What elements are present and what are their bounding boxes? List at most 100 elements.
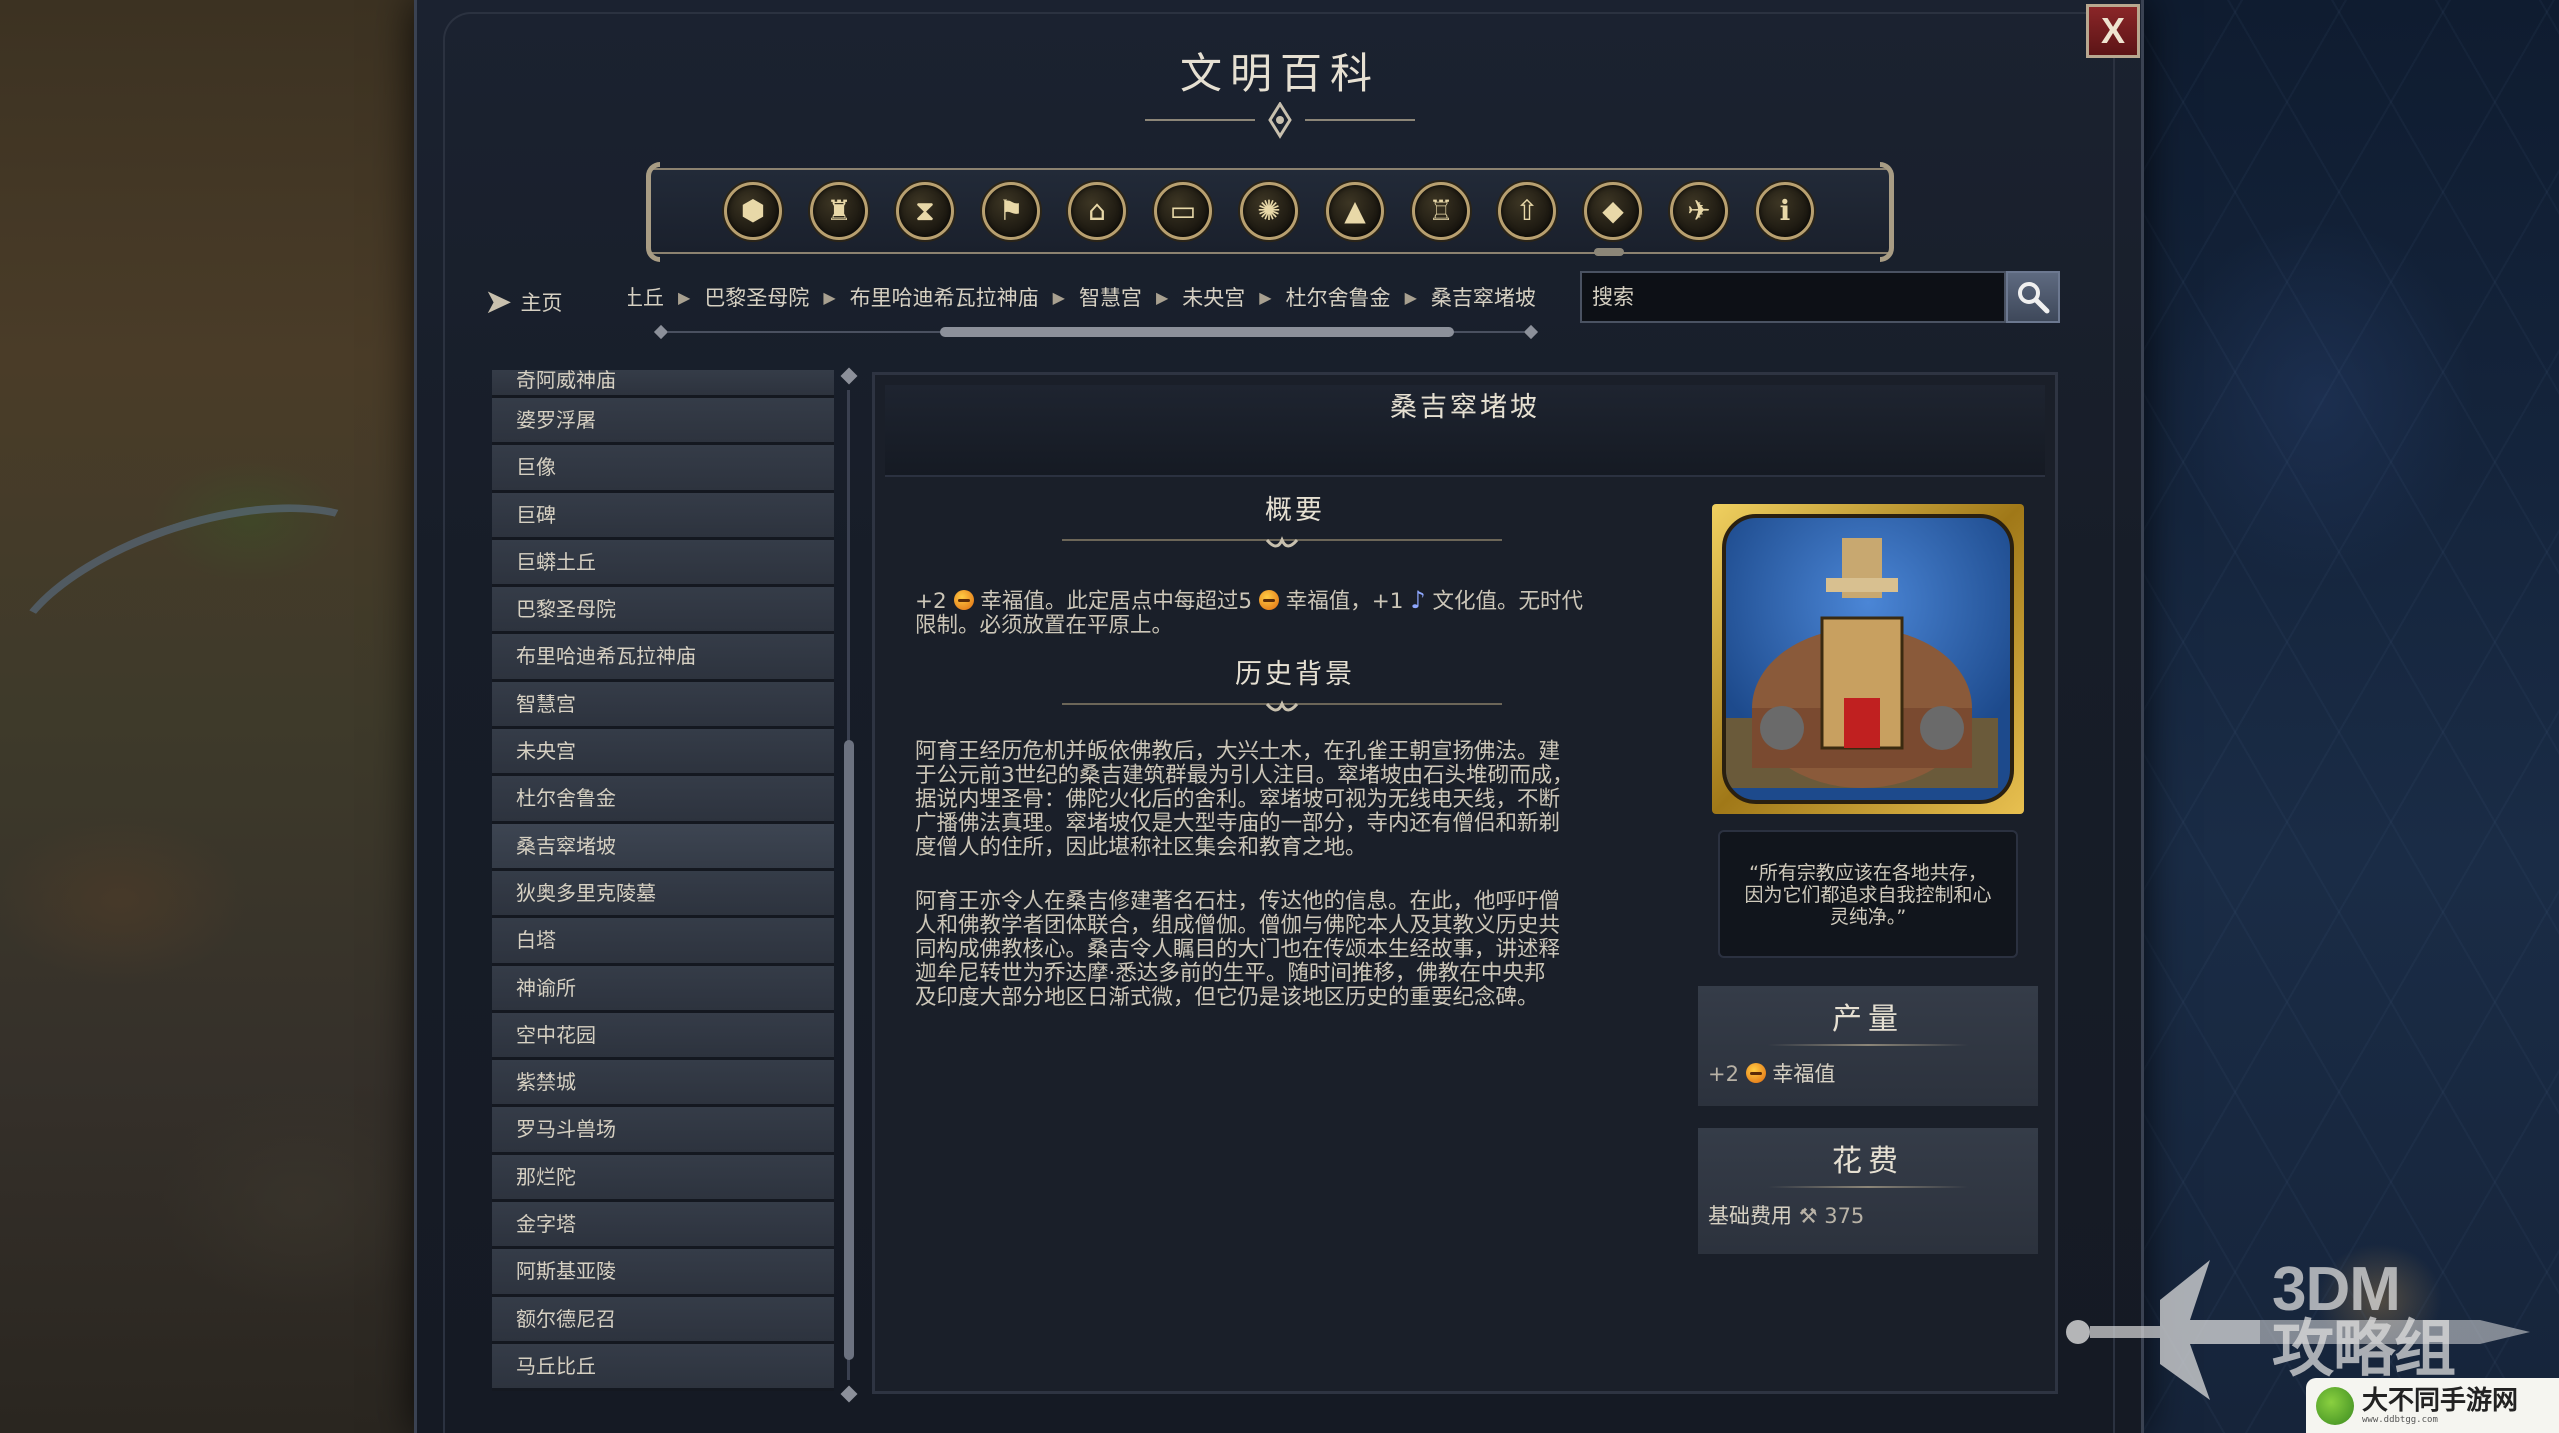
history-line: 同构成佛教核心。桑吉令人瞩目的大门也在传颂本生经故事，讲述释 — [915, 937, 1561, 962]
history-heading: 历史背景 — [1235, 659, 1355, 690]
list-item[interactable]: 巴黎圣母院 — [492, 587, 834, 635]
site-logo — [2316, 1386, 2354, 1425]
mountain-icon[interactable]: ▲ — [1326, 182, 1384, 240]
stupa-illustration — [1726, 538, 1998, 788]
article-title: 桑吉窣堵坡 — [885, 385, 2045, 477]
breadcrumb-item[interactable]: 杜尔舍鲁金 — [1286, 282, 1391, 312]
history-line: 人和佛教学者团体联合，组成僧伽。僧伽与佛陀本人及其教义历史共 — [915, 913, 1561, 938]
yield-row: +2 幸福值 — [1698, 1046, 2038, 1100]
breadcrumb-item[interactable]: 智慧宫 — [1079, 282, 1142, 312]
breadcrumb-scrollbar[interactable] — [653, 324, 1539, 340]
list-item[interactable]: 智慧宫 — [492, 681, 834, 730]
city-icon[interactable]: ♖ — [1412, 182, 1470, 240]
list-item[interactable]: 马丘比丘 — [492, 1343, 834, 1392]
terrain-ocean-right — [2119, 0, 2559, 1433]
search-input[interactable] — [1580, 271, 2006, 323]
list-item[interactable]: 阿斯基亚陵 — [492, 1249, 834, 1297]
list-item[interactable]: 白塔 — [492, 918, 834, 966]
list-item[interactable]: 未央宫 — [492, 729, 834, 777]
list-item[interactable]: 婆罗浮屠 — [492, 398, 834, 446]
list-scroll-top-cap — [840, 367, 858, 385]
list-item[interactable]: 罗马斗兽场 — [492, 1107, 834, 1155]
toolbar-endcap-left — [646, 162, 660, 262]
atom-icon[interactable]: ✺ — [1240, 182, 1298, 240]
list-item[interactable]: 杜尔舍鲁金 — [492, 776, 834, 824]
list-item[interactable]: 金字塔 — [492, 1202, 834, 1250]
list-scrollbar[interactable] — [840, 367, 858, 1403]
terrain-land-left — [0, 0, 430, 1433]
3dm-brand-line-1: 3DM — [2272, 1255, 2401, 1324]
breadcrumb-item[interactable]: 桑吉窣堵坡 — [1431, 282, 1536, 312]
home-link[interactable]: ➤ 主页 — [484, 282, 563, 322]
history-paragraph-2: 阿育王亦令人在桑吉修建著名石柱，传达他的信息。在此，他呼吁僧 人和佛教学者团体联合… — [915, 890, 1635, 1010]
breadcrumb-scroll-thumb[interactable] — [940, 327, 1454, 337]
site-name: 大不同手游网 — [2362, 1385, 2519, 1416]
upgrade-arrow-icon[interactable]: ⇧ — [1498, 182, 1556, 240]
home-label: 主页 — [520, 291, 563, 315]
breadcrumb-scroll-left-cap — [653, 324, 669, 340]
list-item[interactable]: 空中花园 — [492, 1012, 834, 1061]
close-button[interactable]: X — [2086, 4, 2140, 58]
summary-part-4: 文化值。无时代 — [1432, 589, 1583, 614]
summary-divider — [1062, 536, 1502, 548]
history-divider — [1062, 700, 1502, 712]
yield-box: 产量 +2 幸福值 — [1698, 986, 2038, 1106]
breadcrumb-item[interactable]: 土丘 — [628, 282, 664, 312]
wonder-icon[interactable]: ◆ — [1584, 182, 1642, 240]
breadcrumb-item[interactable]: 布里哈迪希瓦拉神庙 — [850, 282, 1039, 312]
breadcrumb: 土丘 ▶ 巴黎圣母院 ▶ 布里哈迪希瓦拉神庙 ▶ 智慧宫 ▶ 未央宫 ▶ 杜尔舍鲁金 ▶ 桑吉窣堵坡 — [628, 282, 1568, 312]
breadcrumb-separator-icon: ▶ — [1259, 287, 1272, 307]
hourglass-icon[interactable]: ⧗ — [896, 182, 954, 240]
river — [0, 462, 419, 758]
breadcrumb-item[interactable]: 巴黎圣母院 — [704, 282, 809, 312]
history-line: 据说内埋圣骨：佛陀火化后的舍利。窣堵坡可视为无线电天线，不断 — [915, 787, 1561, 812]
wonder-quote: “所有宗教应该在各地共存，因为它们都追求自我控制和心灵纯净。” — [1718, 830, 2018, 958]
list-item[interactable]: 布里哈迪希瓦拉神庙 — [492, 634, 834, 682]
list-item[interactable]: 桑吉窣堵坡 — [492, 823, 834, 871]
book-icon[interactable]: ▭ — [1154, 182, 1212, 240]
search-button[interactable] — [2006, 271, 2060, 323]
breadcrumb-separator-icon: ▶ — [823, 287, 836, 307]
hammer-icon: ⚒ — [1798, 1204, 1818, 1228]
building-icon[interactable]: ⌂ — [1068, 182, 1126, 240]
list-scroll-bottom-cap — [840, 1385, 858, 1403]
cost-row: 基础费用 ⚒ 375 — [1698, 1188, 2038, 1242]
cost-box: 花费 基础费用 ⚒ 375 — [1698, 1128, 2038, 1254]
site-watermark: 大不同手游网 www.ddbtgg.com — [2306, 1378, 2559, 1433]
history-line: 度僧人的住所，因此堪称社区集会和教育之地。 — [915, 835, 1367, 860]
list-item[interactable]: 那烂陀 — [492, 1154, 834, 1203]
breadcrumb-item[interactable]: 未央宫 — [1182, 282, 1245, 312]
list-item[interactable]: 奇阿威神庙 — [492, 370, 834, 398]
cost-label: 基础费用 — [1708, 1204, 1792, 1228]
history-line: 阿育王经历危机并皈依佛教后，大兴土木，在孔雀王朝宣扬佛法。建 — [915, 739, 1561, 764]
summary-part-1: +2 — [915, 589, 947, 614]
summary-text: +2 幸福值。此定居点中每超过5 幸福值，+1 ♪ 文化值。无时代 限制。必须放… — [915, 588, 1635, 638]
list-scroll-thumb[interactable] — [844, 740, 854, 1360]
hex-grid-overlay — [2119, 0, 2559, 1433]
goblet-icon[interactable]: ♜ — [810, 182, 868, 240]
history-line: 阿育王亦令人在桑吉修建著名石柱，传达他的信息。在此，他呼吁僧 — [915, 889, 1561, 914]
dove-icon[interactable]: ✈ — [1670, 182, 1728, 240]
info-icon[interactable]: ℹ — [1756, 182, 1814, 240]
3dm-brand-line-2: 攻略组 — [2272, 1315, 2456, 1384]
summary-heading: 概要 — [1265, 495, 1325, 526]
active-category-marker — [1594, 248, 1624, 256]
yield-amount: +2 — [1708, 1062, 1739, 1086]
cost-heading: 花费 — [1832, 1144, 1904, 1179]
list-item[interactable]: 巨像 — [492, 445, 834, 493]
list-item[interactable]: 额尔德尼召 — [492, 1296, 834, 1344]
list-item[interactable]: 巨蟒土丘 — [492, 539, 834, 588]
happiness-icon — [1745, 1063, 1766, 1083]
list-item[interactable]: 狄奥多里克陵墓 — [492, 870, 834, 919]
summary-part-3: 幸福值，+1 — [1285, 589, 1404, 614]
breadcrumb-scroll-right-cap — [1523, 324, 1539, 340]
list-item[interactable]: 巨碑 — [492, 492, 834, 540]
flag-icon[interactable]: ⚑ — [982, 182, 1040, 240]
resources-icon[interactable]: ⬢ — [724, 182, 782, 240]
list-item[interactable]: 紫禁城 — [492, 1060, 834, 1108]
cost-value: 375 — [1824, 1204, 1865, 1228]
site-url: www.ddbtgg.com — [2362, 1414, 2438, 1425]
sanchi-stupa-image — [1722, 514, 2014, 804]
list-item[interactable]: 神谕所 — [492, 965, 834, 1013]
category-toolbar: ⬢ ♜ ⧗ ⚑ ⌂ ▭ ✺ ▲ ♖ ⇧ ◆ ✈ ℹ — [646, 162, 1894, 262]
